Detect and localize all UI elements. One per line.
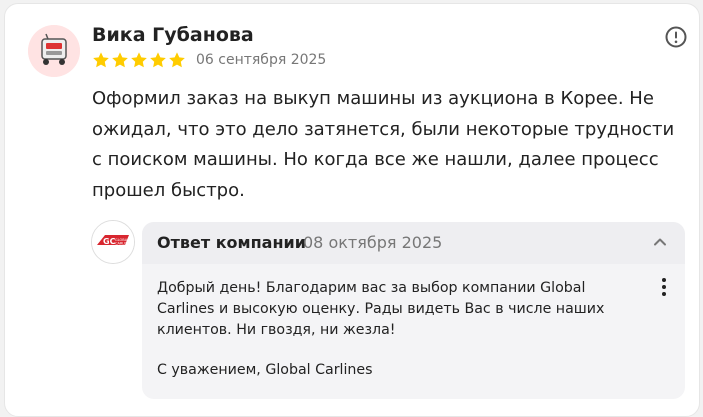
reply-text: Добрый день! Благодарим вас за выбор ком…	[157, 280, 605, 338]
company-logo-icon: GC GLOBAL CARLINES	[92, 221, 134, 263]
robot-avatar-icon	[28, 25, 80, 77]
star-icon	[93, 52, 109, 68]
chevron-up-icon[interactable]	[652, 234, 668, 250]
avatar[interactable]	[28, 25, 80, 77]
svg-text:CARLINES: CARLINES	[115, 242, 133, 246]
vertical-dots-icon[interactable]	[656, 276, 672, 298]
review-date: 06 сентября 2025	[196, 52, 327, 68]
review-text: Оформил заказ на выкуп машины из аукцион…	[92, 88, 675, 201]
review-card: Вика Губанова 06 сентября 2025 Оформил з…	[4, 3, 700, 417]
star-icon	[112, 52, 128, 68]
reply-title: Ответ компании	[157, 233, 306, 252]
reply-signature: С уважением, Global Carlines	[157, 362, 373, 378]
star-icon	[131, 52, 147, 68]
reply-header[interactable]: Ответ компании 08 октября 2025	[142, 222, 685, 264]
star-icon	[150, 52, 166, 68]
company-logo[interactable]: GC GLOBAL CARLINES	[91, 220, 135, 264]
exclamation-circle-icon[interactable]	[664, 25, 688, 49]
star-icon	[169, 52, 185, 68]
company-reply: Ответ компании 08 октября 2025 Добрый де…	[142, 222, 685, 399]
svg-text:GC: GC	[103, 237, 116, 246]
author-name[interactable]: Вика Губанова	[92, 24, 254, 46]
reply-date: 08 октября 2025	[303, 233, 443, 252]
rating-stars	[92, 51, 186, 69]
